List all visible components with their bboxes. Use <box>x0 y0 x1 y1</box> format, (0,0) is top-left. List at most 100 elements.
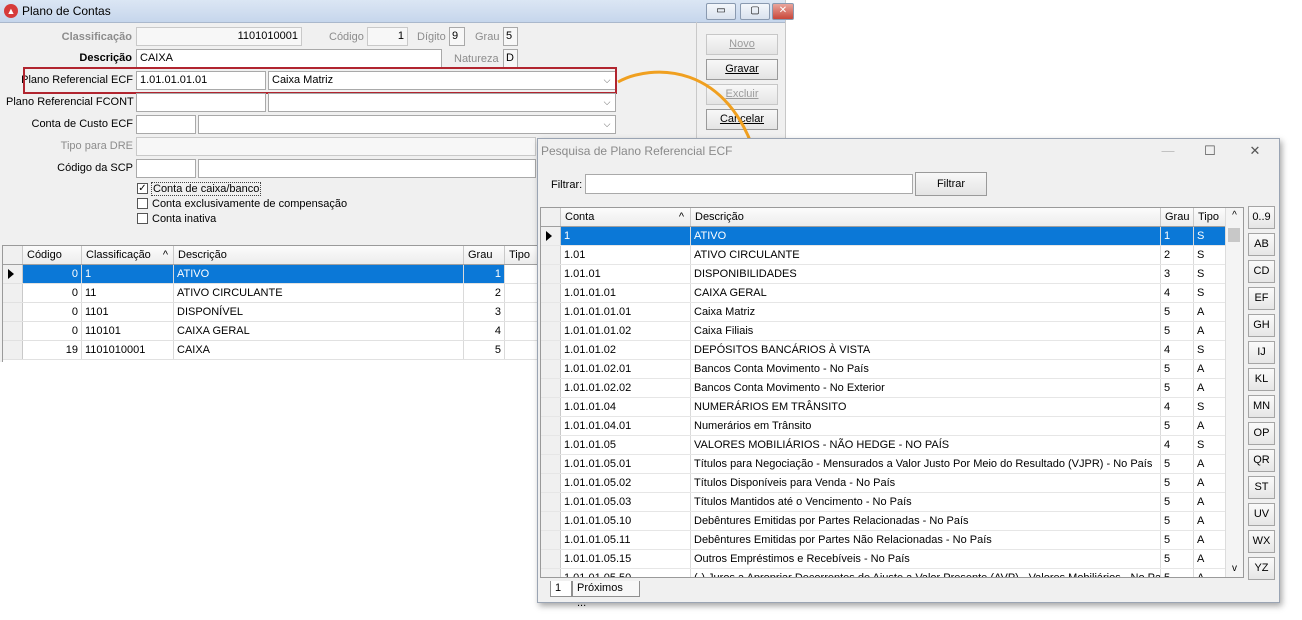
row-indicator[interactable] <box>541 569 561 577</box>
vertical-scrollbar[interactable]: ^ v <box>1225 208 1243 577</box>
list-item[interactable]: 1.01.01.05 VALORES MOBILIÁRIOS - NÃO HEDG… <box>541 436 1243 455</box>
scroll-down-icon[interactable]: v <box>1226 563 1243 574</box>
row-indicator[interactable] <box>541 550 561 568</box>
maximize-icon[interactable]: ▢ <box>740 3 770 20</box>
list-item[interactable]: 1.01.01.05.11 Debêntures Emitidas por Par… <box>541 531 1243 550</box>
checkbox-label-compensacao[interactable]: Conta exclusivamente de compensação <box>152 198 347 210</box>
list-item[interactable]: 1.01.01 DISPONIBILIDADES 3 S <box>541 265 1243 284</box>
row-indicator[interactable] <box>541 341 561 359</box>
alpha-button-wx[interactable]: WX <box>1248 530 1275 553</box>
list-item[interactable]: 1.01.01.05.02 Títulos Disponíveis para Ve… <box>541 474 1243 493</box>
row-indicator[interactable] <box>541 417 561 435</box>
alpha-button-09[interactable]: 0..9 <box>1248 206 1275 229</box>
current-row-indicator-icon[interactable] <box>3 265 23 283</box>
table-row[interactable]: 0 110101 CAIXA GERAL 4 <box>3 322 543 341</box>
fcont-description-select[interactable]: ⌵ <box>268 93 616 112</box>
custo-description-select[interactable]: ⌵ <box>198 115 616 134</box>
list-item[interactable]: 1.01.01.04.01 Numerários em Trânsito 5 A <box>541 417 1243 436</box>
scp-description-field[interactable] <box>198 159 536 178</box>
col-header-classificacao[interactable]: Classificação ^ <box>82 246 174 264</box>
row-indicator[interactable] <box>3 322 23 340</box>
list-item[interactable]: 1.01.01.05.01 Títulos para Negociação - M… <box>541 455 1243 474</box>
row-indicator[interactable] <box>541 531 561 549</box>
checkbox-conta-compensacao[interactable] <box>137 198 148 209</box>
list-item[interactable]: 1.01.01.05.50 (-) Juros a Apropriar Decor… <box>541 569 1243 577</box>
col-header-descricao[interactable]: Descrição <box>174 246 464 264</box>
close-icon[interactable]: ✕ <box>772 3 794 20</box>
checkbox-label-inativa[interactable]: Conta inativa <box>152 213 216 225</box>
alpha-button-ij[interactable]: IJ <box>1248 341 1275 364</box>
list-item[interactable]: 1.01.01.02.02 Bancos Conta Movimento - No… <box>541 379 1243 398</box>
row-indicator[interactable] <box>541 493 561 511</box>
alpha-button-ab[interactable]: AB <box>1248 233 1275 256</box>
descricao-field[interactable]: CAIXA <box>136 49 442 68</box>
alpha-button-kl[interactable]: KL <box>1248 368 1275 391</box>
alpha-button-yz[interactable]: YZ <box>1248 557 1275 580</box>
current-row-indicator-icon[interactable] <box>541 227 561 245</box>
row-indicator[interactable] <box>541 455 561 473</box>
list-item[interactable]: 1.01.01.02 DEPÓSITOS BANCÁRIOS À VISTA 4 S <box>541 341 1243 360</box>
natureza-field[interactable]: D <box>503 49 518 68</box>
list-item[interactable]: 1.01.01.05.03 Títulos Mantidos até o Venc… <box>541 493 1243 512</box>
list-item[interactable]: 1.01.01.05.15 Outros Empréstimos e Recebí… <box>541 550 1243 569</box>
list-item[interactable]: 1.01.01.04 NUMERÁRIOS EM TRÂNSITO 4 S <box>541 398 1243 417</box>
col-header-descricao[interactable]: Descrição <box>691 208 1161 226</box>
list-item[interactable]: 1.01.01.05.10 Debêntures Emitidas por Par… <box>541 512 1243 531</box>
row-indicator[interactable] <box>3 341 23 359</box>
col-header-grau[interactable]: Grau <box>464 246 505 264</box>
row-indicator[interactable] <box>541 265 561 283</box>
row-indicator[interactable] <box>541 436 561 454</box>
alpha-button-ef[interactable]: EF <box>1248 287 1275 310</box>
row-indicator[interactable] <box>541 246 561 264</box>
checkbox-conta-inativa[interactable] <box>137 213 148 224</box>
scp-code-field[interactable] <box>136 159 196 178</box>
filter-input[interactable] <box>585 174 913 194</box>
list-item[interactable]: 1 ATIVO 1 S <box>541 227 1243 246</box>
row-indicator[interactable] <box>541 303 561 321</box>
table-row[interactable]: 0 11 ATIVO CIRCULANTE 2 <box>3 284 543 303</box>
col-header-grau[interactable]: Grau <box>1161 208 1194 226</box>
alpha-button-st[interactable]: ST <box>1248 476 1275 499</box>
grau-field[interactable]: 5 <box>503 27 518 46</box>
filtrar-button[interactable]: Filtrar <box>915 172 987 196</box>
scroll-up-icon[interactable]: ^ <box>1226 210 1243 221</box>
table-row[interactable]: 0 1101 DISPONÍVEL 3 <box>3 303 543 322</box>
checkbox-conta-caixa-banco[interactable]: ✓ <box>137 183 148 194</box>
close-icon[interactable]: ✕ <box>1243 141 1267 161</box>
alpha-button-qr[interactable]: QR <box>1248 449 1275 472</box>
minimize-icon[interactable]: ▭ <box>706 3 736 20</box>
codigo-field[interactable]: 1 <box>367 27 408 46</box>
novo-button[interactable]: Novo <box>706 34 778 55</box>
maximize-icon[interactable]: ☐ <box>1198 141 1222 161</box>
row-indicator[interactable] <box>541 284 561 302</box>
scroll-thumb[interactable] <box>1228 228 1240 242</box>
row-indicator[interactable] <box>3 303 23 321</box>
table-row[interactable]: 19 1101010001 CAIXA 5 <box>3 341 543 360</box>
classificacao-field[interactable]: 1101010001 <box>136 27 302 46</box>
alpha-button-uv[interactable]: UV <box>1248 503 1275 526</box>
row-indicator[interactable] <box>541 360 561 378</box>
list-item[interactable]: 1.01.01.01.02 Caixa Filiais 5 A <box>541 322 1243 341</box>
tipo-dre-field[interactable] <box>136 137 536 156</box>
row-indicator[interactable] <box>541 512 561 530</box>
col-header-codigo[interactable]: Código <box>23 246 82 264</box>
row-indicator[interactable] <box>541 379 561 397</box>
list-item[interactable]: 1.01 ATIVO CIRCULANTE 2 S <box>541 246 1243 265</box>
fcont-code-field[interactable] <box>136 93 266 112</box>
checkbox-label-conta-caixa[interactable]: Conta de caixa/banco <box>151 182 262 196</box>
row-indicator[interactable] <box>541 322 561 340</box>
alpha-button-op[interactable]: OP <box>1248 422 1275 445</box>
alpha-button-gh[interactable]: GH <box>1248 314 1275 337</box>
tab-page-1[interactable]: 1 <box>550 581 572 597</box>
alpha-button-mn[interactable]: MN <box>1248 395 1275 418</box>
alpha-button-cd[interactable]: CD <box>1248 260 1275 283</box>
minimize-icon[interactable]: — <box>1156 141 1180 161</box>
title-bar[interactable]: ▲ Plano de Contas ▭ ▢ ✕ <box>0 0 794 23</box>
row-indicator[interactable] <box>541 398 561 416</box>
digito-field[interactable]: 9 <box>449 27 465 46</box>
list-item[interactable]: 1.01.01.02.01 Bancos Conta Movimento - No… <box>541 360 1243 379</box>
list-item[interactable]: 1.01.01.01 CAIXA GERAL 4 S <box>541 284 1243 303</box>
table-row[interactable]: 0 1 ATIVO 1 <box>3 265 543 284</box>
row-indicator[interactable] <box>541 474 561 492</box>
col-header-tipo[interactable]: Tipo <box>1194 208 1226 226</box>
